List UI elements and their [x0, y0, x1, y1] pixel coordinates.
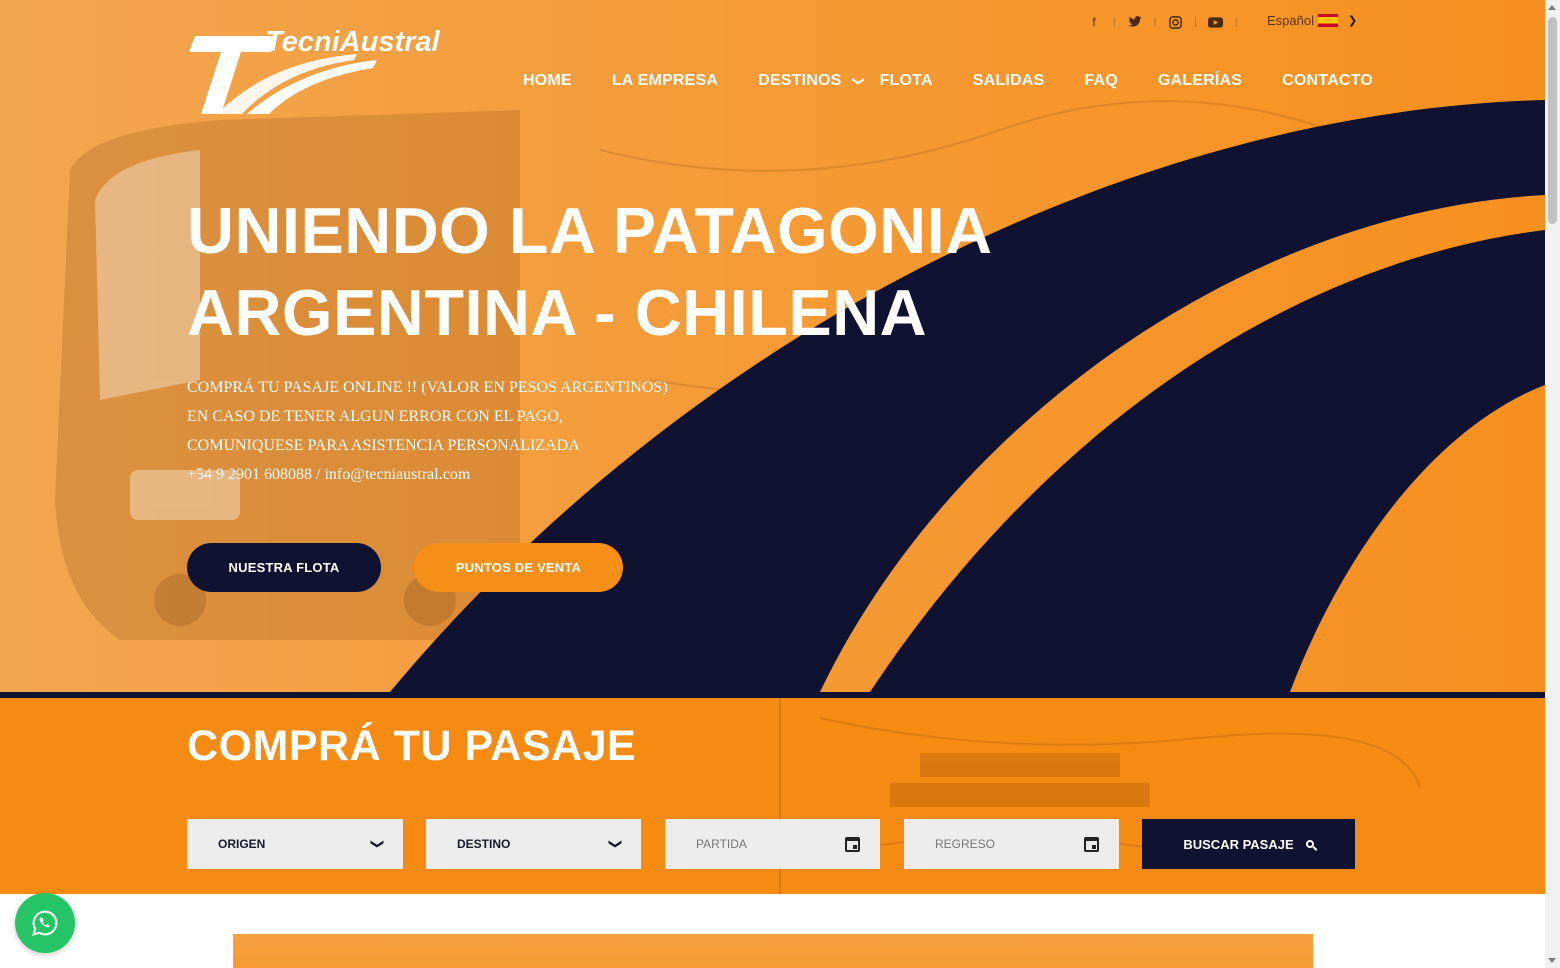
nav-flota[interactable]: FLOTA	[880, 72, 933, 90]
nav-galerias[interactable]: GALERÍAS	[1158, 72, 1242, 90]
puntos-de-venta-button[interactable]: PUNTOS DE VENTA	[414, 543, 623, 592]
nuestra-flota-button[interactable]: NUESTRA FLOTA	[187, 543, 381, 592]
hero-title: UNIENDO LA PATAGONIA ARGENTINA - CHILENA	[187, 190, 993, 354]
hero-subtitle: COMPRÁ TU PASAJE ONLINE !! (VALOR EN PES…	[187, 373, 668, 489]
language-label: Español	[1267, 13, 1314, 28]
hero-sub-line: EN CASO DE TENER ALGUN ERROR CON EL PAGO…	[187, 408, 563, 425]
calendar-icon[interactable]	[845, 836, 860, 852]
regreso-date-input[interactable]: REGRESO	[904, 819, 1119, 869]
partida-placeholder: PARTIDA	[696, 837, 747, 851]
separator: |	[1194, 16, 1197, 28]
hero-sub-line: COMPRÁ TU PASAJE ONLINE !! (VALOR EN PES…	[187, 379, 668, 396]
chevron-down-icon: ❯	[1347, 15, 1358, 27]
svg-text:TecniAustral: TecniAustral	[265, 26, 441, 58]
scroll-up-arrow[interactable]	[1548, 5, 1556, 10]
hero-sub-line: COMUNIQUESE PARA ASISTENCIA PERSONALIZAD…	[187, 437, 580, 454]
social-links: f | | | |	[1086, 14, 1248, 30]
buscar-pasaje-button[interactable]: BUSCAR PASAJE	[1142, 819, 1355, 869]
nav-la-empresa[interactable]: LA EMPRESA	[612, 72, 718, 90]
search-icon	[1305, 840, 1314, 848]
nav-destinos[interactable]: DESTINOS	[758, 72, 841, 90]
regreso-placeholder: REGRESO	[935, 837, 996, 851]
scrollbar-thumb[interactable]	[1548, 17, 1557, 224]
nav-faq[interactable]: FAQ	[1084, 72, 1118, 90]
nav-salidas[interactable]: SALIDAS	[973, 72, 1045, 90]
whatsapp-button[interactable]	[15, 893, 75, 953]
contact-info[interactable]: +54 9 2901 608088 / info@tecniaustral.co…	[187, 460, 668, 489]
spain-flag-icon	[1317, 14, 1338, 27]
nav-home[interactable]: HOME	[523, 72, 572, 90]
search-title: COMPRÁ TU PASAJE	[187, 722, 637, 770]
youtube-icon[interactable]	[1208, 14, 1224, 30]
destino-select[interactable]: DESTINO ❯	[426, 819, 641, 869]
calendar-icon[interactable]	[1084, 836, 1099, 852]
hero-section: TecniAustral f | | | | Español ❯ HOME LA…	[0, 0, 1545, 692]
whatsapp-icon	[32, 910, 58, 936]
content-banner	[233, 934, 1313, 968]
chevron-down-icon[interactable]: ❯	[852, 76, 866, 86]
origen-select[interactable]: ORIGEN ❯	[187, 819, 403, 869]
partida-date-input[interactable]: PARTIDA	[665, 819, 880, 869]
destino-label: DESTINO	[457, 837, 511, 851]
chevron-down-icon: ❯	[608, 838, 624, 850]
main-nav: HOME LA EMPRESA DESTINOS ❯ FLOTA SALIDAS…	[523, 70, 1373, 92]
tecniaustral-logo[interactable]: TecniAustral	[187, 24, 462, 119]
nav-contacto[interactable]: CONTACTO	[1282, 72, 1373, 90]
buscar-label: BUSCAR PASAJE	[1183, 836, 1294, 852]
separator: |	[1113, 16, 1116, 28]
hero-title-line: UNIENDO LA PATAGONIA	[187, 194, 993, 267]
language-selector[interactable]: Español ❯	[1267, 13, 1357, 28]
search-section: COMPRÁ TU PASAJE ORIGEN ❯ DESTINO ❯ PART…	[0, 698, 1545, 894]
chevron-down-icon: ❯	[370, 838, 386, 850]
hero-title-line: ARGENTINA - CHILENA	[187, 276, 928, 349]
scrollbar[interactable]	[1545, 0, 1560, 968]
separator: |	[1153, 16, 1157, 28]
twitter-icon[interactable]	[1127, 14, 1143, 30]
origen-label: ORIGEN	[218, 837, 266, 851]
separator: |	[1234, 16, 1238, 28]
scroll-down-arrow[interactable]	[1548, 958, 1556, 963]
instagram-icon[interactable]	[1167, 14, 1183, 30]
facebook-icon[interactable]: f	[1086, 14, 1102, 30]
